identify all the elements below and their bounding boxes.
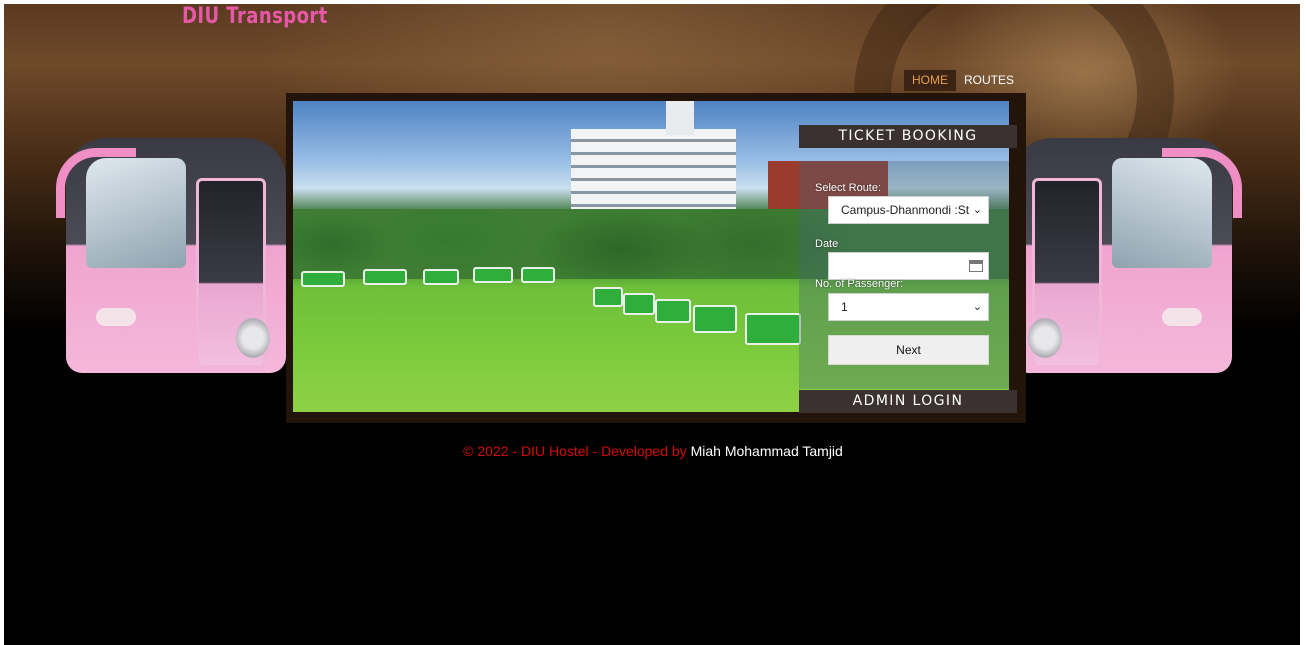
calendar-icon[interactable] [969, 260, 983, 272]
hero-bus [521, 267, 555, 283]
route-select-value: Campus-Dhanmondi :St [841, 203, 970, 217]
hero-bus [745, 313, 801, 345]
next-button[interactable]: Next [828, 335, 989, 365]
route-label: Select Route: [815, 182, 882, 194]
hero-bus [693, 305, 737, 333]
chevron-down-icon: ⌄ [972, 301, 982, 313]
footer-copyright: © 2022 - DIU Hostel - Developed by [463, 443, 687, 459]
nav-home[interactable]: HOME [904, 70, 956, 91]
passenger-select-value: 1 [841, 300, 848, 314]
footer: © 2022 - DIU Hostel - Developed by Miah … [0, 443, 1306, 459]
passenger-select[interactable]: 1 ⌄ [828, 293, 989, 321]
route-select[interactable]: Campus-Dhanmondi :St ⌄ [828, 196, 989, 224]
hero-bus [363, 269, 407, 285]
main-nav: HOME ROUTES [904, 70, 1022, 91]
passenger-label: No. of Passenger: [815, 278, 904, 290]
date-input[interactable] [828, 252, 989, 280]
building-tower [666, 101, 694, 135]
hero-bus [473, 267, 513, 283]
hero-bus [655, 299, 691, 323]
brand-logo[interactable]: DIU Transport [182, 4, 328, 29]
chevron-down-icon: ⌄ [972, 204, 982, 216]
bus-image-right [1002, 128, 1242, 378]
admin-login-button[interactable]: ADMIN LOGIN [799, 390, 1017, 413]
hero-bus [623, 293, 655, 315]
hero-bus [593, 287, 623, 307]
hero-bus [423, 269, 459, 285]
footer-author: Miah Mohammad Tamjid [690, 443, 843, 459]
booking-form: Select Route: Campus-Dhanmondi :St ⌄ Dat… [799, 161, 1009, 389]
bus-image-left [56, 128, 296, 378]
hero-bus [301, 271, 345, 287]
nav-routes[interactable]: ROUTES [956, 70, 1022, 91]
date-label: Date [815, 238, 839, 250]
ticket-booking-heading: TICKET BOOKING [799, 125, 1017, 148]
